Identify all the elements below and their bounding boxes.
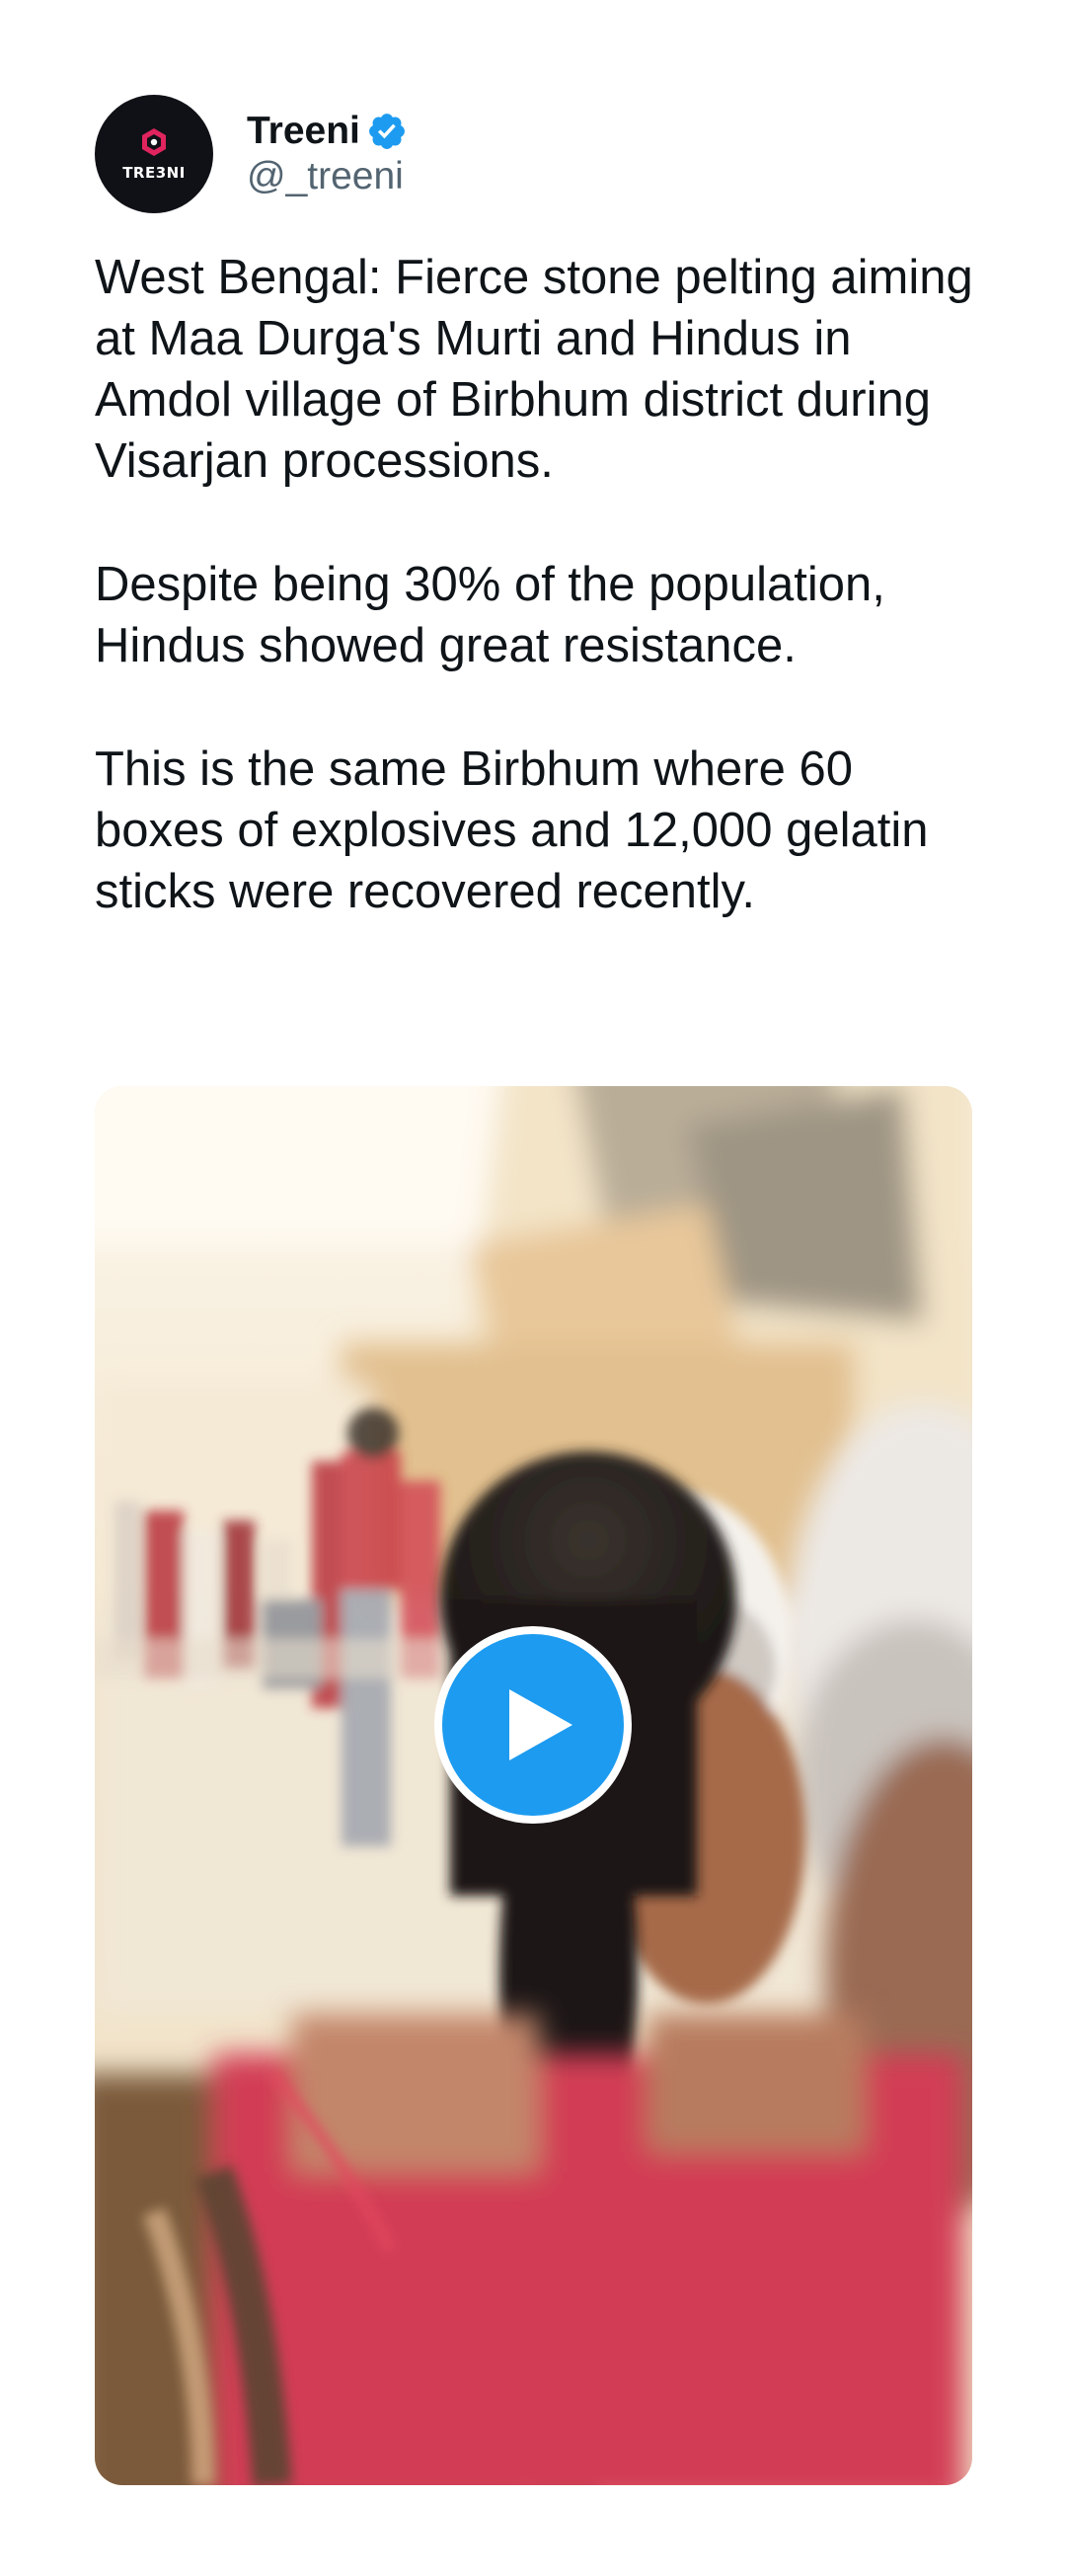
verified-badge-icon <box>368 114 405 149</box>
display-name-row: Treeni <box>247 109 408 154</box>
tweet-paragraph: This is the same Birbhum where 60 boxes … <box>95 742 929 918</box>
avatar[interactable]: TRE3NI <box>95 95 213 213</box>
display-name[interactable]: Treeni <box>247 109 360 154</box>
video-player[interactable] <box>95 1086 972 2485</box>
user-names: Treeni @_treeni <box>247 109 408 199</box>
avatar-logo-text: TRE3NI <box>122 164 186 182</box>
user-handle[interactable]: @_treeni <box>247 154 408 199</box>
tweet-header: TRE3NI Treeni @_treeni <box>95 95 408 213</box>
play-icon <box>509 1689 572 1760</box>
play-button[interactable] <box>434 1626 632 1824</box>
tweet-text: West Bengal: Fierce stone pelting aiming… <box>95 247 983 922</box>
tweet-card: TRE3NI Treeni @_treeni West Bengal: Fier… <box>0 0 1066 2576</box>
tweet-paragraph: West Bengal: Fierce stone pelting aiming… <box>95 251 973 488</box>
brand-logo-icon <box>142 128 166 156</box>
tweet-paragraph: Despite being 30% of the population, Hin… <box>95 558 885 672</box>
